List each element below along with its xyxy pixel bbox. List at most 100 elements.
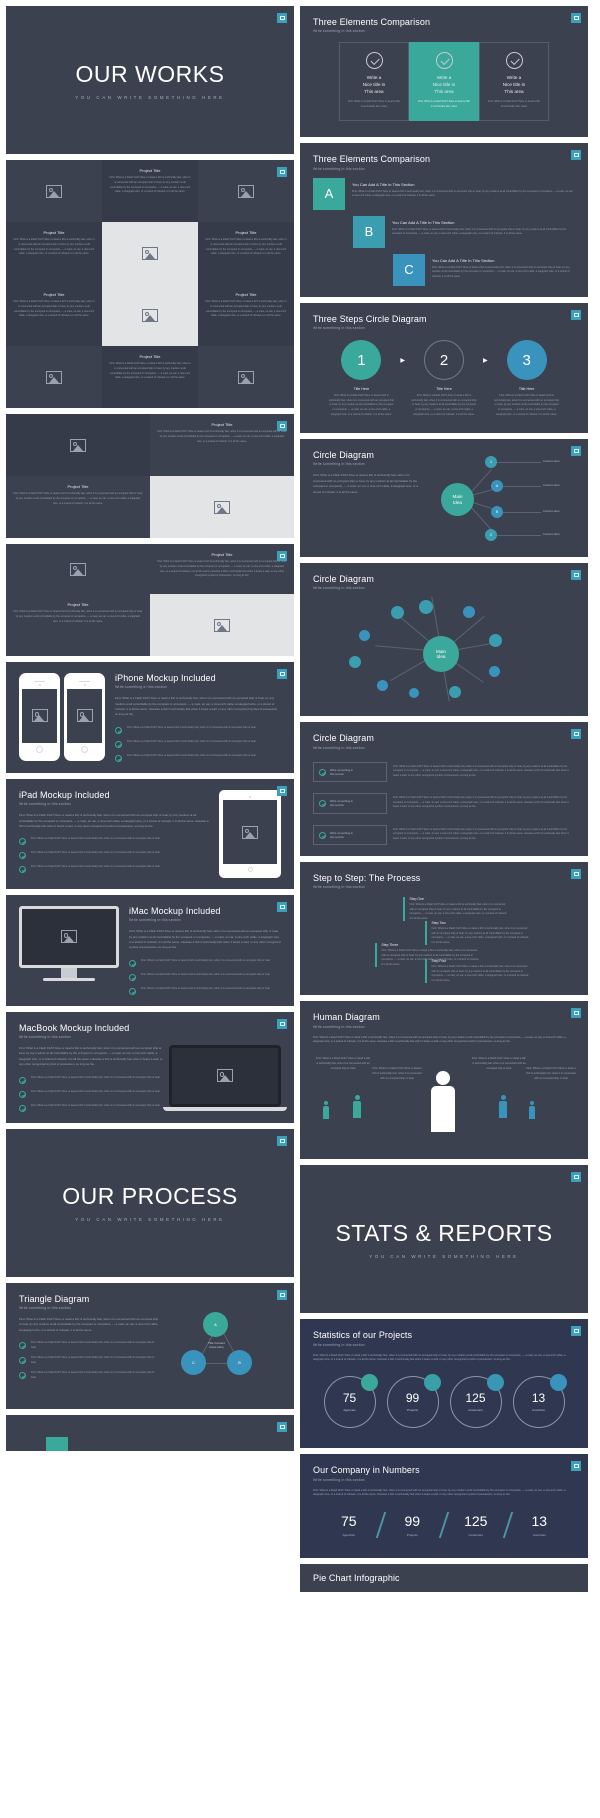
main-idea-node[interactable]: Main Idea — [441, 483, 474, 517]
triangle-node-a[interactable]: A — [203, 1311, 228, 1337]
comparison-card[interactable]: Write a Nice title in This area First: W… — [479, 42, 549, 122]
boxed-row[interactable]: Write something in this section First: W… — [313, 793, 575, 814]
triangle-node-c[interactable]: C — [181, 1349, 206, 1375]
sub-node[interactable]: 1 — [485, 456, 497, 469]
number-item[interactable]: 75 Agencies — [321, 1514, 377, 1537]
slide-imac-mockup[interactable]: iMac Mockup Included Write something in … — [6, 894, 294, 1006]
stat-item[interactable]: 99 Projects — [383, 1374, 443, 1432]
number-item[interactable]: 13 Countries — [511, 1514, 567, 1537]
boxed-row[interactable]: Write something in this section First: W… — [313, 761, 575, 783]
slide-ipad-mockup[interactable]: iPad Mockup Included Write something in … — [6, 778, 294, 889]
slide-process[interactable]: Step to Step: The Process Write somethin… — [300, 861, 588, 996]
works-cell-text[interactable]: Project Title First: What is a Flash Fis… — [150, 544, 294, 594]
burst-node[interactable] — [419, 600, 433, 615]
works-cell-image[interactable] — [102, 284, 198, 346]
works-cell-image[interactable] — [150, 476, 294, 538]
works-cell-image[interactable] — [6, 346, 102, 408]
works-cell-text[interactable]: Project Title First: What is a Flash Fis… — [6, 476, 150, 538]
slide-three-elements-abc[interactable]: Three Elements Comparison Write somethin… — [300, 143, 588, 297]
slide-company-numbers[interactable]: Our Company in Numbers Write something i… — [300, 1454, 588, 1559]
works-cell-image[interactable] — [198, 346, 294, 408]
burst-node[interactable] — [449, 686, 461, 699]
slide-statistics[interactable]: Statistics of our Projects Write somethi… — [300, 1319, 588, 1449]
slide-works-grid-a[interactable]: Project Title First: What is a Flash Fis… — [6, 160, 294, 408]
triangle-center-label: Title Content Goes Here — [208, 1340, 225, 1350]
slide-partial-bottom[interactable] — [6, 1414, 294, 1451]
abc-row-b[interactable]: B You Can Add A Title In This Section Fir… — [353, 215, 575, 248]
step-item[interactable]: 2 Title Here First: What is a Flash Fish… — [411, 340, 477, 417]
slide-works-grid-b[interactable]: Project Title First: What is a Flash Fis… — [6, 414, 294, 538]
slide-circle-diagram-3[interactable]: Circle Diagram Write something in this s… — [300, 722, 588, 856]
slide-triangle-diagram[interactable]: Triangle Diagram Write something in this… — [6, 1282, 294, 1409]
burst-node[interactable] — [489, 634, 502, 648]
step-item[interactable]: 1 Title Here First: What is a Flash Fish… — [328, 340, 394, 417]
stat-dot — [549, 1374, 567, 1392]
stat-item[interactable]: 75 Agencies — [320, 1374, 380, 1432]
phone-screen[interactable] — [67, 688, 102, 743]
works-cell-text[interactable]: Project Title First: What is a Flash Fis… — [6, 594, 150, 656]
slide-pie-chart[interactable]: Pie Chart Infographic — [300, 1564, 588, 1593]
works-cell-image[interactable] — [6, 160, 102, 222]
slide-works-grid-c[interactable]: Project Title First: What is a Flash Fis… — [6, 544, 294, 656]
slide-macbook-mockup[interactable]: MacBook Mockup Included Write something … — [6, 1011, 294, 1123]
abc-row-a[interactable]: A You Can Add A Title In This Section Fir… — [313, 177, 575, 210]
works-cell-text[interactable]: Project Title First: What is a Flash Fis… — [198, 222, 294, 284]
slide-human-diagram[interactable]: Human Diagram Write something in this se… — [300, 1001, 588, 1160]
triangle-node-b[interactable]: B — [227, 1349, 252, 1375]
abc-letter: C — [404, 262, 414, 278]
step-item[interactable]: 3 Title Here First: What is a Flash Fish… — [494, 340, 560, 417]
slide-three-steps[interactable]: Three Steps Circle Diagram Write somethi… — [300, 302, 588, 434]
slide-our-process-cover[interactable]: OUR PROCESS YOU CAN WRITE SOMETHING HERE — [6, 1128, 294, 1277]
stat-item[interactable]: 13 Countries — [509, 1374, 569, 1432]
slide-circle-diagram-1[interactable]: Circle Diagram Write something in this s… — [300, 439, 588, 558]
works-cell-text[interactable]: Project Title First: What is a Flash Fis… — [102, 346, 198, 408]
works-cell-text[interactable]: Project Title First: What is a Flash Fis… — [198, 284, 294, 346]
works-cell-text[interactable]: Project Title First: What is a Flash Fis… — [150, 414, 294, 476]
step-accent-bar — [403, 897, 405, 922]
slide-three-elements-cards[interactable]: Three Elements Comparison Write somethin… — [300, 6, 588, 138]
burst-node[interactable] — [359, 630, 370, 642]
list-item-text: First: What is a Flash Fish? Alive or de… — [141, 958, 270, 962]
sub-node[interactable]: B — [491, 506, 503, 519]
slide-our-works-cover[interactable]: OUR WORKS YOU CAN WRITE SOMETHING HERE — [6, 6, 294, 154]
works-cell-image[interactable] — [6, 414, 150, 476]
works-cell-text[interactable]: Project Title First: What is a Flash Fis… — [6, 284, 102, 346]
works-cell-text[interactable]: Project Title First: What is a Flash Fis… — [102, 160, 198, 222]
works-cell-image[interactable] — [6, 544, 150, 594]
slide-body: First: What is a Flash Fish? Alive or de… — [19, 1046, 163, 1067]
tablet-screen[interactable] — [223, 800, 277, 865]
slide-circle-diagram-2[interactable]: Circle Diagram Write something in this s… — [300, 563, 588, 717]
burst-node[interactable] — [349, 656, 361, 669]
sub-node[interactable]: A — [491, 480, 503, 493]
page-title: OUR WORKS — [75, 60, 225, 87]
node-content-label: Content Here — [543, 509, 560, 514]
project-title: Project Title — [67, 484, 89, 489]
process-step[interactable]: Step One First: What is a Flash Fish? Ali… — [403, 897, 507, 922]
monitor-screen[interactable] — [19, 905, 119, 968]
process-step[interactable]: Step Four First: What is a Flash Fish? Al… — [425, 959, 529, 984]
stat-item[interactable]: 125 Customers — [446, 1374, 506, 1432]
works-cell-text[interactable]: Project Title First: What is a Flash Fis… — [6, 222, 102, 284]
burst-node[interactable] — [409, 688, 419, 699]
phone-screen[interactable] — [22, 688, 57, 743]
burst-node[interactable] — [463, 606, 475, 619]
check-circle-icon — [19, 1342, 26, 1349]
main-idea-node[interactable]: Main Idea — [423, 636, 459, 673]
works-cell-image[interactable] — [150, 594, 294, 656]
node-label: C — [192, 1359, 195, 1365]
number-item[interactable]: 125 Customers — [448, 1514, 504, 1537]
laptop-screen[interactable] — [169, 1044, 281, 1107]
project-body: First: What is a Flash Fish? Alive or de… — [13, 238, 95, 256]
slide-iphone-mockup[interactable]: iPhone Mockup Included Write something i… — [6, 662, 294, 773]
burst-node[interactable] — [489, 666, 500, 678]
works-cell-image[interactable] — [102, 222, 198, 284]
sub-node[interactable]: 2 — [485, 529, 497, 542]
comparison-card[interactable]: Write a Nice title in This area First: W… — [339, 42, 409, 122]
comparison-card-active[interactable]: Write a Nice title in This area First: W… — [409, 42, 479, 122]
boxed-row[interactable]: Write something in this section First: W… — [313, 824, 575, 845]
burst-node[interactable] — [377, 680, 388, 692]
number-item[interactable]: 99 Projects — [384, 1514, 440, 1537]
slide-stats-cover[interactable]: STATS & REPORTS YOU CAN WRITE SOMETHING … — [300, 1165, 588, 1314]
process-step[interactable]: Step Two First: What is a Flash Fish? Ali… — [425, 921, 529, 946]
abc-row-c[interactable]: C You Can Add A Title In This Section Fir… — [393, 253, 575, 286]
